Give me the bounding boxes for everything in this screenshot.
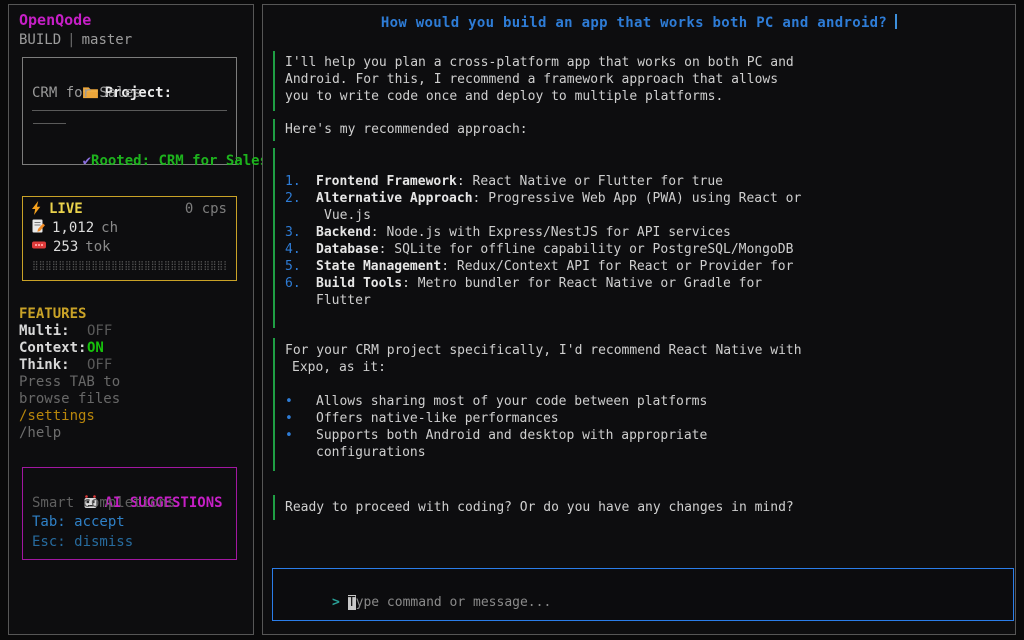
list-item: 5.State Management: Redux/Context API fo…	[285, 258, 999, 275]
mode-label: BUILD	[19, 32, 61, 48]
input-cursor: T	[348, 595, 356, 610]
prompt-icon: >	[332, 595, 340, 610]
activity-sparkline: ⣿⣿⣿⣿⣿⣿⣿⣿⣿⣿⣿⣿⣿⣿⣿⣿⣿⣿⣿⣿⣿⣿⣿⣿⣿⣿⣿⣿⣿⣿⣿⣿⣿⣿⣿⣿…	[32, 259, 227, 273]
context-value: ON	[87, 340, 104, 356]
list-item: 4.Database: SQLite for offline capabilit…	[285, 241, 999, 258]
char-count: 1,012	[52, 219, 94, 238]
list-item-wrap: Flutter	[316, 292, 999, 309]
bullet-item: •Supports both Android and desktop with …	[285, 427, 999, 444]
token-count: 253	[53, 238, 78, 257]
esc-dismiss-hint: Esc: dismiss	[32, 533, 227, 553]
assistant-message-recommendation: For your CRM project specifically, I'd r…	[273, 338, 999, 471]
settings-command[interactable]: /settings	[19, 408, 120, 425]
build-branch-line: BUILD|master	[19, 32, 132, 48]
bullet-icon: •	[285, 427, 307, 444]
assistant-message-steps: 1.Frontend Framework: React Native or Fl…	[273, 148, 999, 328]
features-section: FEATURES Multi:OFF Context:ON Think:OFF …	[19, 306, 120, 442]
token-unit: tok	[85, 238, 110, 257]
cps-value: 0 cps	[185, 200, 227, 219]
tab-accept-hint: Tab: accept	[32, 513, 227, 533]
ai-suggestions-box: AI SUGGESTIONS Smart completions Tab: ac…	[22, 467, 237, 560]
list-item: 6.Build Tools: Metro bundler for React N…	[285, 275, 999, 292]
input-placeholder: ype command or message...	[356, 595, 552, 610]
app-brand: OpenQode	[19, 11, 91, 29]
tab-hint-line2: browse files	[19, 391, 120, 408]
bullet-icon: •	[285, 410, 307, 427]
feature-context: Context:ON	[19, 340, 120, 357]
branch-label: master	[82, 32, 133, 48]
multi-value: OFF	[87, 323, 112, 339]
assistant-message-intro: I'll help you plan a cross-platform app …	[273, 51, 999, 111]
list-item: 3.Backend: Node.js with Express/NestJS f…	[285, 224, 999, 241]
ticket-icon	[32, 238, 46, 257]
text-cursor-bar	[895, 14, 897, 29]
lightning-icon	[32, 201, 42, 221]
assistant-message-closing: Ready to proceed with coding? Or do you …	[273, 495, 999, 520]
help-command[interactable]: /help	[19, 425, 120, 442]
list-item: 2.Alternative Approach: Progressive Web …	[285, 190, 999, 207]
list-item-wrap: Vue.js	[324, 207, 999, 224]
char-unit: ch	[101, 219, 118, 238]
assistant-message-heading: Here's my recommended approach:	[273, 119, 999, 141]
bullet-icon: •	[285, 393, 307, 410]
project-box: Project: CRM for Sales ✔Rooted: CRM for …	[22, 57, 237, 165]
bullet-item: •Offers native-like performances	[285, 410, 999, 427]
features-title: FEATURES	[19, 306, 120, 323]
chat-panel[interactable]: How would you build an app that works bo…	[262, 4, 1016, 635]
rooted-status: Rooted: CRM for Sales	[91, 153, 268, 169]
list-item: 1.Frontend Framework: React Native or Fl…	[285, 173, 999, 190]
feature-multi: Multi:OFF	[19, 323, 120, 340]
user-question: How would you build an app that works bo…	[263, 14, 1015, 32]
feature-think: Think:OFF	[19, 357, 120, 374]
bullet-item-wrap: configurations	[316, 444, 999, 461]
blank-line	[285, 376, 999, 393]
memo-icon	[32, 219, 45, 238]
project-name: CRM for Sales	[32, 84, 227, 103]
sidebar-panel: OpenQode BUILD|master Project: CRM for S…	[8, 4, 254, 635]
command-input[interactable]: > Type command or message...	[272, 568, 1014, 621]
bullet-item: •Allows sharing most of your code betwee…	[285, 393, 999, 410]
separator: |	[61, 32, 81, 48]
think-value: OFF	[87, 357, 112, 373]
live-label: LIVE	[49, 201, 83, 217]
input-line[interactable]: > Type command or message...	[285, 580, 1013, 625]
check-icon: ✔	[83, 153, 91, 169]
tab-hint-line1: Press TAB to	[19, 374, 120, 391]
live-stats-box: LIVE 0 cps 1,012 ch 253 tok ⣿⣿⣿⣿⣿⣿⣿⣿⣿⣿⣿⣿⣿⣿…	[22, 196, 237, 281]
